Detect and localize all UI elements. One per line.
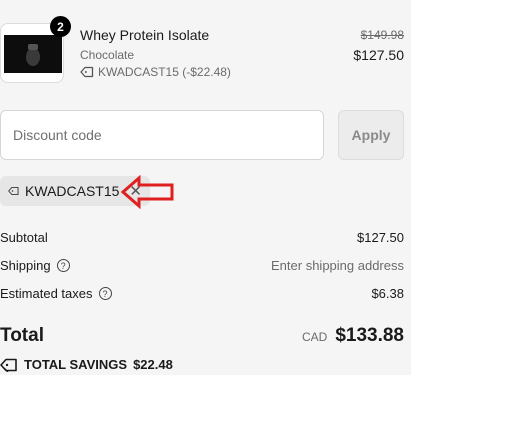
currency-code: CAD [301, 330, 328, 344]
apply-button[interactable]: Apply [338, 110, 404, 160]
savings-value: $22.48 [133, 357, 173, 372]
savings-label: TOTAL SAVINGS [24, 357, 128, 372]
discount-code-input[interactable] [0, 110, 324, 160]
help-icon[interactable]: ? [56, 259, 70, 272]
order-summary-panel: 2 Whey Protein Isolate Chocolate KWADCAS… [0, 0, 411, 375]
discounted-price: $127.50 [353, 47, 404, 63]
product-variant: Chocolate [80, 48, 135, 62]
total-savings: TOTAL SAVINGS $22.48 [0, 357, 173, 372]
shipping-row: Shipping ? Enter shipping address [0, 258, 404, 273]
total-label: Total [0, 325, 44, 346]
product-name: Whey Protein Isolate [80, 27, 210, 43]
original-price: $149.98 [360, 28, 404, 42]
taxes-row: Estimated taxes ? $6.38 [0, 286, 404, 301]
tag-icon [80, 66, 94, 78]
product-discount: KWADCAST15 (-$22.48) [80, 65, 231, 79]
shipping-label: Shipping [0, 258, 51, 273]
product-discount-text: KWADCAST15 (-$22.48) [98, 65, 231, 79]
total-row: Total CAD $133.88 [0, 325, 404, 347]
taxes-label: Estimated taxes [0, 286, 93, 301]
tag-icon [8, 186, 19, 196]
shipping-value: Enter shipping address [271, 258, 404, 273]
applied-discount-code: KWADCAST15 [25, 183, 120, 199]
taxes-value: $6.38 [371, 286, 404, 301]
subtotal-row: Subtotal $127.50 [0, 230, 404, 245]
help-icon[interactable]: ? [98, 287, 112, 300]
product-image [4, 35, 62, 73]
total-value: $133.88 [335, 325, 404, 346]
subtotal-label: Subtotal [0, 230, 48, 245]
quantity-badge: 2 [50, 16, 71, 37]
subtotal-value: $127.50 [357, 230, 404, 245]
tag-icon [0, 358, 17, 372]
arrow-left-icon [120, 174, 174, 210]
